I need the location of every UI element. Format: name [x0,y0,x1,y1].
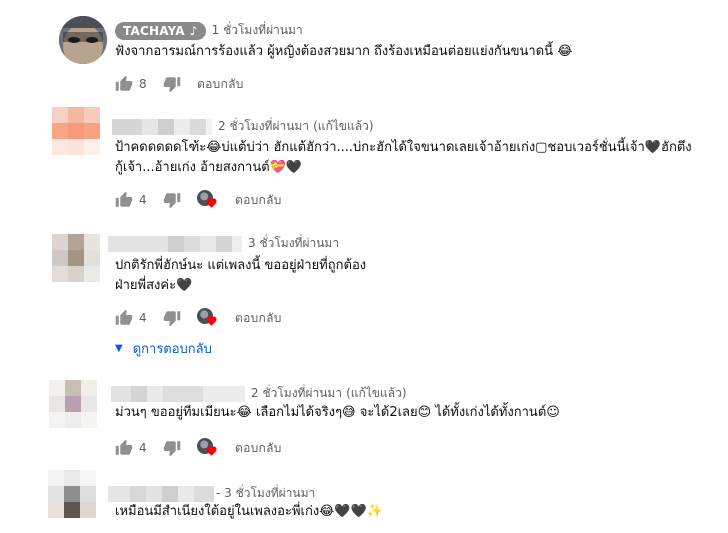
avatar[interactable] [48,470,96,533]
comment-time[interactable]: - 3 ชั่วโมงที่ผ่านมา [216,484,315,503]
dislike-icon[interactable] [163,309,181,327]
comment-text-line: กู้เจ้า...อ้ายเก่ง อ้ายสงกานต์💝🖤 [115,160,303,175]
dislike-icon[interactable] [163,191,181,209]
comment-text-line: ป้าคดดดดดโฑ้ะ😂บ่แต้บ่ว่า ฮักแต้ฮักว่า...… [115,140,692,155]
comment-text-line: ฝ่ายพี่สงค่ะ🖤 [115,278,193,293]
author-name[interactable] [111,385,245,402]
avatar[interactable] [49,380,97,428]
comment-text: ฟังจากอารมณ์การร้องแล้ว ผู้หญิงต้องสวยมา… [115,42,572,62]
reply-button[interactable]: ตอบกลับ [235,309,282,328]
dislike-icon[interactable] [163,439,181,457]
heart-icon [206,198,217,208]
creator-heart-badge [197,438,219,458]
like-count: 4 [139,441,147,455]
caret-down-icon: ▼ [115,343,123,354]
avatar[interactable] [59,16,107,64]
reply-button[interactable]: ตอบกลับ [197,75,244,94]
comment-text: ปกติรักพี่ฮักษ์นะ แต่เพลงนี้ ขออยู่ฝ่ายท… [115,256,366,296]
author-name[interactable] [112,118,212,135]
reply-button[interactable]: ตอบกลับ [235,191,282,210]
like-count: 4 [139,193,147,207]
like-count: 4 [139,311,147,325]
author-badge[interactable]: TACHAYA ♪ [115,21,206,40]
comment-text-line: ฟังจากอารมณ์การร้องแล้ว ผู้หญิงต้องสวยมา… [115,44,573,59]
dislike-icon[interactable] [163,75,181,93]
music-note-icon: ♪ [189,23,198,38]
comment-text-line: ปกติรักพี่ฮักษ์นะ แต่เพลงนี้ ขออยู่ฝ่ายท… [115,258,367,273]
heart-icon [206,446,217,456]
view-replies-button[interactable]: ▼ ดูการตอบกลับ [115,338,212,359]
comment-text: ม่วนๆ ขออยู่ทีมเมียนะ😂 เลือกไม่ได้จริงๆ😅… [115,403,560,423]
author-name[interactable] [108,485,214,502]
comment-time[interactable]: 3 ชั่วโมงที่ผ่านมา [248,234,339,253]
creator-heart-badge [197,190,219,210]
comment-text-line: ม่วนๆ ขออยู่ทีมเมียนะ😂 เลือกไม่ได้จริงๆ😅… [115,405,560,420]
like-icon[interactable] [115,309,133,327]
comment-time[interactable]: 2 ชั่วโมงที่ผ่านมา [218,117,309,136]
avatar[interactable] [52,234,100,282]
comment-text-line: เหมือนมีสำเนียงใต้อยู่ในเพลงอะพี่เก่ง😂🖤🖤… [115,504,383,519]
edited-label: (แก้ไขแล้ว) [313,119,374,133]
avatar[interactable] [52,107,100,155]
comment-text: ป้าคดดดดดโฑ้ะ😂บ่แต้บ่ว่า ฮักแต้ฮักว่า...… [115,138,692,178]
reply-button[interactable]: ตอบกลับ [235,439,282,458]
author-name: TACHAYA [123,23,185,38]
like-icon[interactable] [115,191,133,209]
comment-time[interactable]: 2 ชั่วโมงที่ผ่านมา [251,384,342,403]
like-count: 8 [139,77,147,91]
creator-heart-badge [197,308,219,328]
heart-icon [206,316,217,326]
comment-time[interactable]: 1 ชั่วโมงที่ผ่านมา [212,21,303,40]
like-icon[interactable] [115,75,133,93]
view-replies-label: ดูการตอบกลับ [132,342,212,357]
comment-text: เหมือนมีสำเนียงใต้อยู่ในเพลงอะพี่เก่ง😂🖤🖤… [115,502,383,522]
author-name[interactable] [108,235,242,252]
edited-label: (แก้ไขแล้ว) [346,386,407,400]
like-icon[interactable] [115,439,133,457]
